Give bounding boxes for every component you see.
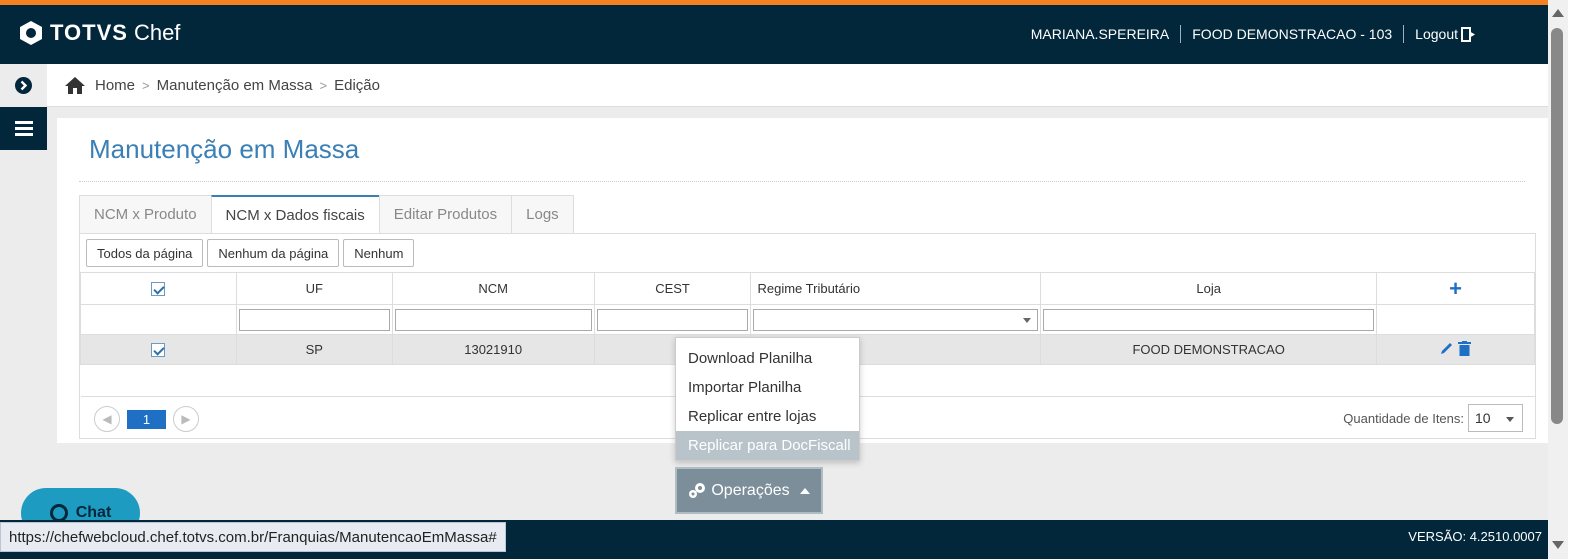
page-scrollbar[interactable] (1548, 0, 1568, 559)
brand-name: TOTVS (50, 20, 128, 45)
scroll-up-icon[interactable] (1552, 9, 1564, 17)
prev-page-button[interactable]: ◀ (94, 406, 120, 432)
window-gutter (1568, 0, 1581, 559)
filter-uf-input[interactable] (238, 308, 390, 331)
tab-bar: NCM x Produto NCM x Dados fiscais Editar… (79, 195, 574, 234)
status-bar-url: https://chefwebcloud.chef.totvs.com.br/F… (0, 522, 506, 552)
breadcrumb-edicao: Edição (334, 76, 380, 94)
next-page-button[interactable]: ▶ (173, 406, 199, 432)
select-none-button[interactable]: Nenhum (343, 239, 415, 267)
items-per-page: Quantidade de Itens: 10 (1343, 404, 1523, 432)
separator (1180, 25, 1182, 43)
logout-label: Logout (1415, 26, 1458, 42)
col-header-add: + (1376, 272, 1535, 305)
trash-icon[interactable] (1458, 340, 1472, 356)
menu-item-replicar-lojas[interactable]: Replicar entre lojas (676, 402, 859, 431)
filter-cell-ncm (391, 304, 595, 335)
items-per-page-label: Quantidade de Itens: (1343, 410, 1464, 426)
table-header-row: UF NCM CEST Regime Tributário Loja + (80, 272, 1535, 305)
row-select-cell (80, 334, 237, 365)
filter-cell-empty (80, 304, 237, 335)
col-header-loja[interactable]: Loja (1040, 272, 1378, 305)
left-rail (0, 64, 47, 150)
filter-cest-input[interactable] (596, 308, 749, 331)
page-title: Manutenção em Massa (89, 134, 360, 164)
page-number-current[interactable]: 1 (127, 409, 166, 429)
store-name[interactable]: FOOD DEMONSTRACAO - 103 (1192, 26, 1392, 42)
items-per-page-value: 10 (1475, 410, 1491, 426)
gears-icon (689, 482, 706, 498)
tab-ncm-dados-fiscais[interactable]: NCM x Dados fiscais (210, 195, 380, 234)
top-navbar: TOTVS Chef MARIANA.SPEREIRA FOOD DEMONST… (0, 5, 1548, 64)
cell-ncm: 13021910 (391, 334, 595, 365)
tab-editar-produtos[interactable]: Editar Produtos (378, 195, 513, 233)
col-header-ncm[interactable]: NCM (391, 272, 595, 305)
caret-down-icon (1506, 417, 1514, 422)
selection-buttons: Todos da página Nenhum da página Nenhum (86, 239, 415, 267)
home-icon[interactable] (65, 76, 85, 94)
breadcrumb: Home > Manutenção em Massa > Edição (47, 64, 1548, 107)
header-select-all[interactable] (80, 272, 237, 305)
chevron-right-icon: > (142, 77, 150, 93)
col-header-cest[interactable]: CEST (593, 272, 752, 305)
tab-ncm-produto[interactable]: NCM x Produto (79, 195, 212, 233)
col-header-uf[interactable]: UF (235, 272, 393, 305)
hamburger-menu-button[interactable] (0, 107, 47, 150)
scrollbar-thumb[interactable] (1551, 28, 1563, 424)
filter-regime-select[interactable] (753, 308, 1039, 331)
separator (1403, 25, 1405, 43)
brand-logo[interactable]: TOTVS Chef (18, 20, 180, 46)
select-all-checkbox[interactable] (151, 282, 166, 297)
filter-cell-loja (1040, 304, 1378, 335)
chevron-right-circle-icon (15, 77, 32, 94)
brand-subname: Chef (133, 20, 181, 45)
filter-row (80, 304, 1535, 335)
row-checkbox[interactable] (151, 343, 166, 358)
user-area: MARIANA.SPEREIRA FOOD DEMONSTRACAO - 103… (1031, 25, 1476, 43)
items-per-page-select[interactable]: 10 (1468, 404, 1523, 432)
totvs-logo-icon (20, 21, 42, 45)
filter-cell-cest (593, 304, 752, 335)
tab-logs[interactable]: Logs (511, 195, 574, 233)
cell-loja: FOOD DEMONSTRACAO (1040, 334, 1378, 365)
filter-loja-input[interactable] (1043, 308, 1375, 331)
username[interactable]: MARIANA.SPEREIRA (1031, 26, 1169, 42)
plus-icon[interactable]: + (1449, 276, 1462, 301)
filter-ncm-input[interactable] (394, 308, 592, 331)
scroll-down-icon[interactable] (1552, 541, 1564, 549)
breadcrumb-manutencao[interactable]: Manutenção em Massa (157, 77, 313, 94)
select-none-page-button[interactable]: Nenhum da página (207, 239, 340, 267)
col-header-regime[interactable]: Regime Tributário (750, 272, 1042, 305)
operations-label: Operações (711, 481, 790, 499)
breadcrumb-home[interactable]: Home (95, 77, 135, 94)
pagination: ◀ 1 ▶ (94, 406, 199, 432)
logout-icon (1461, 26, 1475, 42)
cell-actions (1376, 334, 1535, 365)
operations-button[interactable]: Operações (675, 467, 823, 514)
hamburger-icon (14, 121, 33, 136)
select-all-page-button[interactable]: Todos da página (86, 239, 204, 267)
menu-item-importar-planilha[interactable]: Importar Planilha (676, 373, 859, 402)
filter-cell-uf (235, 304, 393, 335)
caret-down-icon (1023, 317, 1032, 323)
operations-dropdown: Download Planilha Importar Planilha Repl… (675, 337, 860, 461)
pencil-icon[interactable] (1440, 341, 1454, 355)
menu-item-replicar-docfiscall[interactable]: Replicar para DocFiscall (676, 431, 859, 460)
logout-link[interactable]: Logout (1415, 26, 1476, 42)
caret-up-icon (799, 487, 810, 494)
sidebar-expand-button[interactable] (0, 64, 47, 107)
filter-cell-regime (750, 304, 1042, 335)
row-actions (1440, 340, 1472, 356)
cell-uf: SP (235, 334, 393, 365)
divider (79, 181, 1525, 182)
version-label: VERSÃO: 4.2510.0007 (1408, 529, 1542, 544)
chevron-right-icon: > (319, 77, 328, 93)
filter-cell-actions (1376, 304, 1535, 335)
menu-item-download-planilha[interactable]: Download Planilha (676, 344, 859, 373)
